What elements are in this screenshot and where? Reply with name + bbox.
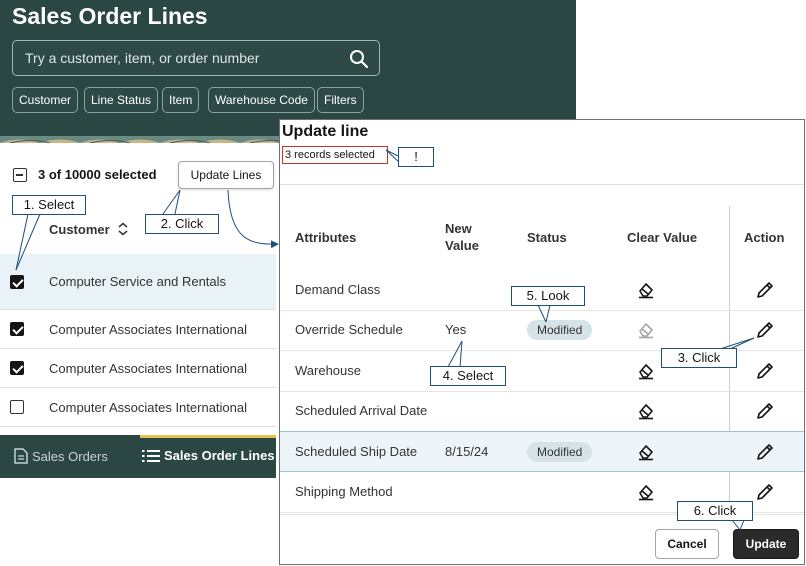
filter-chip-warehouse-code[interactable]: Warehouse Code [208,87,315,113]
status-badge: Modified [527,442,593,462]
attribute-name: Scheduled Ship Date [295,444,418,459]
sort-icon[interactable] [117,222,129,236]
records-selected-label: 3 records selected [282,146,388,164]
callout-step-3: 3. Click [661,348,737,368]
page-header: Sales Order Lines Customer Line Status I… [0,0,576,136]
order-lines-list: 3 of 10000 selected Update Lines Custome… [0,143,276,434]
attribute-name: Shipping Method [295,484,393,499]
selection-count: 3 of 10000 selected [38,167,157,182]
customer-name: Computer Associates International [49,322,247,337]
list-item[interactable]: Computer Associates International [0,310,276,349]
eraser-icon[interactable] [637,402,655,420]
new-value: 8/15/24 [445,444,489,459]
attribute-name: Demand Class [295,282,381,297]
document-icon [14,448,28,464]
table-row: Scheduled Ship Date 8/15/24 Modified [280,431,804,472]
update-line-dialog: Update line 3 records selected Attribute… [279,119,805,565]
eraser-icon[interactable] [637,483,655,501]
divider [280,184,804,185]
nav-label: Sales Orders [32,449,108,464]
search-box[interactable] [12,40,380,76]
column-header-action: Action [744,230,785,245]
eraser-icon[interactable] [637,362,655,380]
row-checkbox[interactable] [10,322,24,336]
search-icon[interactable] [349,49,369,69]
nav-item-sales-order-lines[interactable]: Sales Order Lines [142,448,275,463]
filter-chip-filters[interactable]: Filters [317,87,364,113]
deselect-all-checkbox[interactable] [13,168,27,182]
column-header-status: Status [527,230,567,245]
row-checkbox[interactable] [10,400,24,414]
callout-step-1: 1. Select [12,195,86,215]
pencil-icon[interactable] [756,443,774,461]
new-value: Yes [445,322,467,337]
pencil-icon[interactable] [756,321,774,339]
pencil-icon[interactable] [756,483,774,501]
attribute-name: Override Schedule [295,322,403,337]
pencil-icon[interactable] [756,281,774,299]
callout-step-4: 4. Select [430,366,506,386]
column-header-new-value-line2: Value [445,238,479,253]
active-tab-indicator [140,435,276,438]
column-header-new-value-line1: New [445,221,472,236]
row-checkbox[interactable] [10,275,24,289]
callout-step-6: 6. Click [677,501,753,521]
column-header-clear-value: Clear Value [627,230,698,245]
pencil-icon[interactable] [756,402,774,420]
list-item[interactable]: Computer Service and Rentals [0,254,276,310]
callout-note: ! [398,147,434,167]
attribute-name: Warehouse [295,363,361,378]
update-button[interactable]: Update [733,529,799,559]
nav-label: Sales Order Lines [164,448,275,463]
eraser-icon [639,323,653,339]
eraser-icon[interactable] [637,443,655,461]
list-icon [142,450,160,462]
update-lines-button[interactable]: Update Lines [178,161,274,189]
eraser-icon[interactable] [637,281,655,299]
callout-step-5: 5. Look [511,286,585,306]
filter-chip-customer[interactable]: Customer [12,87,79,113]
customer-name: Computer Service and Rentals [49,274,227,289]
filter-chip-line-status[interactable]: Line Status [84,87,159,113]
list-item[interactable]: Computer Associates International [0,349,276,388]
cancel-button[interactable]: Cancel [655,529,719,559]
column-header-attributes: Attributes [295,230,357,245]
nav-item-sales-orders[interactable]: Sales Orders [14,448,108,464]
list-item[interactable]: Computer Associates International [0,388,276,427]
status-badge: Modified [527,320,593,340]
page-title: Sales Order Lines [12,3,208,29]
search-input[interactable] [23,41,343,75]
customer-name: Computer Associates International [49,400,247,415]
filter-chip-item[interactable]: Item [162,87,200,113]
row-checkbox[interactable] [10,361,24,375]
bottom-navigation: Sales Orders Sales Order Lines [0,435,276,478]
dialog-title: Update line [282,123,369,140]
table-row: Scheduled Arrival Date [280,391,804,432]
table-row: Override Schedule Yes Modified [280,310,804,351]
pencil-icon[interactable] [756,362,774,380]
callout-step-2: 2. Click [145,214,219,234]
attribute-name: Scheduled Arrival Date [295,403,428,418]
customer-name: Computer Associates International [49,361,247,376]
column-header-customer[interactable]: Customer [49,222,110,237]
